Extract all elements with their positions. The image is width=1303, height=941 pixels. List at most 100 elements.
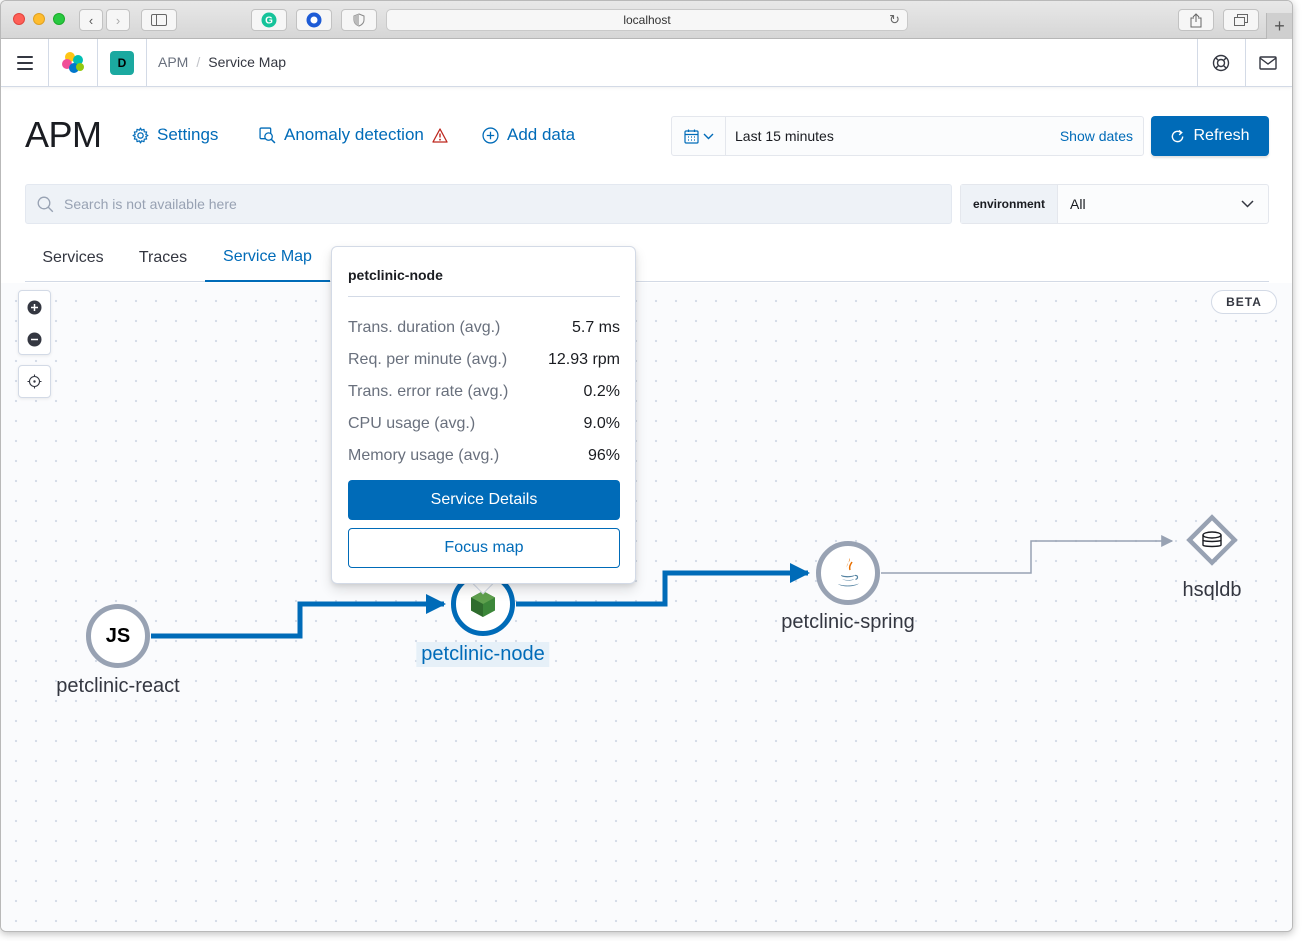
address-bar[interactable]: localhost ↻ xyxy=(386,9,908,31)
menu-icon[interactable] xyxy=(17,56,33,70)
help-button[interactable] xyxy=(1210,52,1232,74)
zoom-controls xyxy=(18,290,51,355)
refresh-button[interactable]: Refresh xyxy=(1151,116,1269,156)
anomaly-detection-link[interactable]: Anomaly detection xyxy=(259,125,448,145)
metric-label: Memory usage (avg.) xyxy=(348,447,500,464)
tab-service-map[interactable]: Service Map xyxy=(205,233,330,282)
service-node-petclinic-react[interactable]: JS xyxy=(86,604,150,668)
mail-icon xyxy=(1259,56,1277,70)
tab-bar: Services Traces Service Map xyxy=(25,233,1269,282)
node-label-hsqldb[interactable]: hsqldb xyxy=(1183,579,1242,602)
sidebar-icon xyxy=(151,14,167,26)
grammarly-icon: G xyxy=(261,12,277,28)
metric-value: 5.7 ms xyxy=(571,319,620,336)
node-label-petclinic-react[interactable]: petclinic-react xyxy=(56,675,179,698)
chevron-down-icon xyxy=(703,133,713,139)
share-button[interactable] xyxy=(1178,9,1214,31)
metric-row: Req. per minute (avg.) 12.93 rpm xyxy=(348,345,620,377)
popover-divider xyxy=(348,296,620,297)
java-icon xyxy=(838,558,859,587)
focus-map-button[interactable]: Focus map xyxy=(348,528,620,568)
zoom-in-button[interactable] xyxy=(19,291,50,323)
inspect-icon xyxy=(259,126,276,143)
header-divider xyxy=(1197,39,1198,87)
header-divider xyxy=(1245,39,1246,87)
header-divider xyxy=(48,39,49,87)
reload-icon[interactable]: ↻ xyxy=(889,12,900,28)
tabs-overview-button[interactable] xyxy=(1223,9,1259,31)
breadcrumb-apm[interactable]: APM xyxy=(158,54,188,70)
environment-select[interactable]: environment All xyxy=(960,184,1269,224)
privacy-button[interactable] xyxy=(341,9,377,31)
new-tab-button[interactable]: + xyxy=(1266,13,1292,39)
date-picker: Last 15 minutes Show dates xyxy=(671,116,1144,156)
browser-titlebar: ‹ › G localhost ↻ + xyxy=(1,1,1292,39)
back-button[interactable]: ‹ xyxy=(79,9,103,31)
chevron-right-icon: › xyxy=(115,12,121,28)
quick-select-button[interactable] xyxy=(672,117,726,155)
add-data-label: Add data xyxy=(507,125,576,144)
service-details-button[interactable]: Service Details xyxy=(348,480,620,520)
zoom-window-button[interactable] xyxy=(53,13,65,25)
service-map-canvas[interactable] xyxy=(1,283,1292,931)
grammarly-extension-button[interactable]: G xyxy=(251,9,287,31)
share-icon xyxy=(1190,12,1202,27)
breadcrumb-service-map: Service Map xyxy=(208,54,287,70)
ring-icon xyxy=(306,12,322,28)
database-node-hsqldb[interactable] xyxy=(1184,512,1240,568)
add-data-link[interactable]: Add data xyxy=(482,125,575,145)
search-input[interactable]: Search is not available here xyxy=(25,184,952,224)
node-label-petclinic-spring[interactable]: petclinic-spring xyxy=(781,611,914,634)
extension-button[interactable] xyxy=(296,9,332,31)
settings-link[interactable]: Settings xyxy=(132,125,218,145)
environment-value: All xyxy=(1070,196,1086,212)
metric-label: Req. per minute (avg.) xyxy=(348,351,508,368)
newsfeed-button[interactable] xyxy=(1257,52,1279,74)
elastic-logo-icon[interactable] xyxy=(61,51,85,75)
metric-label: Trans. error rate (avg.) xyxy=(348,383,509,400)
forward-button[interactable]: › xyxy=(106,9,130,31)
zoom-out-button[interactable] xyxy=(19,323,50,355)
anomaly-detection-label: Anomaly detection xyxy=(284,125,424,144)
service-node-petclinic-spring[interactable] xyxy=(816,541,880,605)
tab-traces[interactable]: Traces xyxy=(121,233,205,282)
close-window-button[interactable] xyxy=(13,13,25,25)
refresh-label: Refresh xyxy=(1193,127,1250,144)
plus-circle-icon xyxy=(482,126,499,144)
popover-metrics: Trans. duration (avg.) 5.7 ms Req. per m… xyxy=(348,313,620,473)
shield-icon xyxy=(353,13,365,27)
time-range-text[interactable]: Last 15 minutes xyxy=(726,128,1060,144)
metric-value: 96% xyxy=(587,447,620,464)
browser-window: ‹ › G localhost ↻ + D APM / Service Map … xyxy=(0,0,1293,932)
gear-icon xyxy=(132,126,149,144)
metric-row: CPU usage (avg.) 9.0% xyxy=(348,409,620,441)
metric-row: Memory usage (avg.) 96% xyxy=(348,441,620,473)
minimize-window-button[interactable] xyxy=(33,13,45,25)
search-icon xyxy=(37,196,54,212)
node-label-petclinic-node[interactable]: petclinic-node xyxy=(416,642,550,667)
crosshair-icon xyxy=(27,374,42,389)
environment-label: environment xyxy=(961,185,1058,223)
chevron-left-icon: ‹ xyxy=(88,12,94,28)
plus-icon: + xyxy=(1274,15,1285,36)
page-title: APM xyxy=(25,114,102,155)
svg-text:G: G xyxy=(265,16,273,27)
header-divider xyxy=(97,39,98,87)
metric-value: 0.2% xyxy=(583,383,620,400)
help-lifebuoy-icon xyxy=(1212,54,1230,72)
show-dates-link[interactable]: Show dates xyxy=(1060,128,1143,144)
metric-value: 9.0% xyxy=(583,415,620,432)
space-avatar[interactable]: D xyxy=(110,51,134,75)
calendar-icon xyxy=(683,129,699,144)
metric-label: CPU usage (avg.) xyxy=(348,415,476,432)
sidebar-toggle-button[interactable] xyxy=(141,9,177,31)
metric-row: Trans. error rate (avg.) 0.2% xyxy=(348,377,620,409)
center-map-button[interactable] xyxy=(18,365,51,398)
popover-title: petclinic-node xyxy=(348,267,443,283)
tab-services[interactable]: Services xyxy=(25,233,121,282)
search-placeholder: Search is not available here xyxy=(64,196,237,212)
js-icon: JS xyxy=(105,624,131,647)
warning-icon xyxy=(432,127,448,143)
tabs-icon xyxy=(1234,14,1248,26)
breadcrumb: APM / Service Map xyxy=(158,54,286,70)
